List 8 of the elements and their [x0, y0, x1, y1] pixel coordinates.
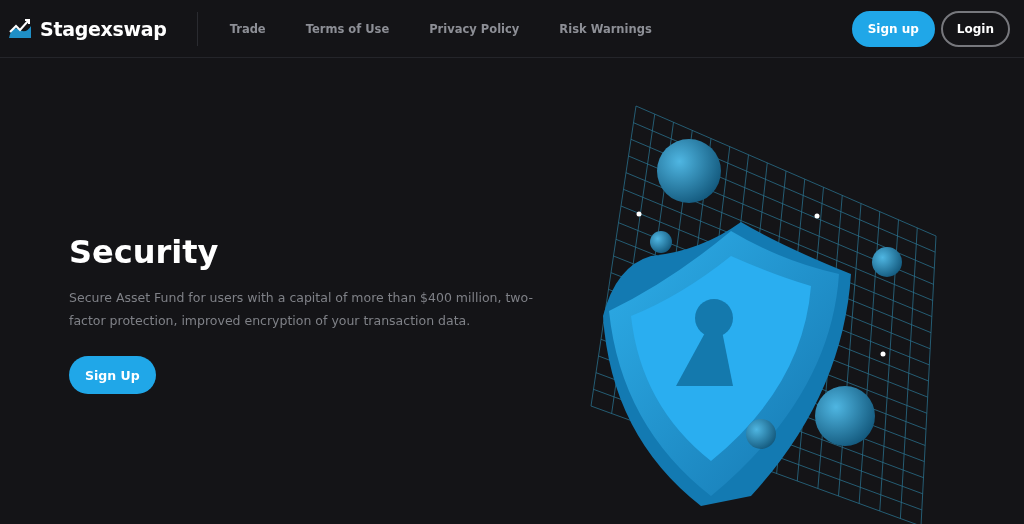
login-button[interactable]: Login [940, 10, 1010, 47]
nav-link[interactable]: Trade [229, 21, 266, 36]
nav-link[interactable]: Risk Warnings [559, 21, 652, 36]
nav-link[interactable]: Privacy Policy [429, 21, 520, 36]
nav-link[interactable]: Terms of Use [305, 21, 390, 36]
hero-description: Secure Asset Fund for users with a capital of more than $400 million, two-factor protection, improved encryption of your transaction data. [69, 289, 534, 330]
logo-text: Stagexswap [40, 17, 167, 40]
hero-title: Security [69, 236, 219, 268]
